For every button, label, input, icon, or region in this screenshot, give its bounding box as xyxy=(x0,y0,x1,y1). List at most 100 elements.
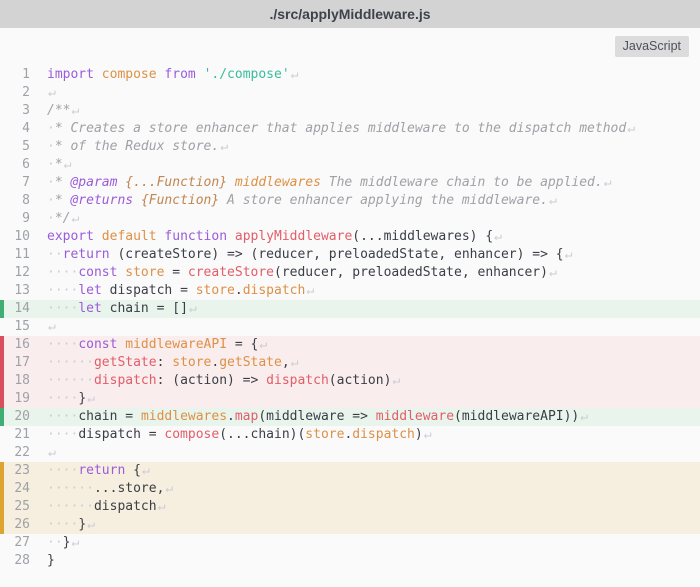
line-number: 3 xyxy=(22,103,30,118)
line-number: 4 xyxy=(22,121,30,136)
code-line-20: 20 ····chain = middlewares.map(middleware… xyxy=(0,408,700,426)
code-line-21: 21 ····dispatch = compose(...chain)(store… xyxy=(0,426,700,444)
line-content: ······...store,↵ xyxy=(47,481,174,496)
code-line-26: 26 ····}↵ xyxy=(0,516,700,534)
eol-marker-icon: ↵ xyxy=(548,193,557,208)
eol-marker-icon: ↵ xyxy=(548,265,557,280)
line-number: 8 xyxy=(22,193,30,208)
line-content: ····let dispatch = store.dispatch↵ xyxy=(47,283,315,298)
eol-marker-icon: ↵ xyxy=(87,517,95,532)
code-line-4: 4 ·* Creates a store enhancer that applie… xyxy=(0,120,700,138)
line-number: 25 xyxy=(14,499,30,514)
line-number: 19 xyxy=(14,391,30,406)
eol-marker-icon: ↵ xyxy=(290,67,299,82)
line-content: ·*/↵ xyxy=(47,211,80,226)
eol-marker-icon: ↵ xyxy=(63,157,72,172)
line-number: 20 xyxy=(14,409,30,424)
line-number: 2 xyxy=(22,85,30,100)
line-number: 23 xyxy=(14,463,30,478)
line-content: ······dispatch: (action) => dispatch(act… xyxy=(47,373,401,388)
line-content: ····let chain = []↵ xyxy=(47,301,197,316)
eol-marker-icon: ↵ xyxy=(423,427,432,442)
code-editor: 1 import compose from './compose'↵ 2 ↵ 3/**↵… xyxy=(0,66,700,570)
code-line-16: 16 ····const middlewareAPI = {↵ xyxy=(0,336,700,354)
line-content: ·* Creates a store enhancer that applies… xyxy=(47,121,636,136)
code-line-15: 15 ↵ xyxy=(0,318,700,336)
code-line-2: 2 ↵ xyxy=(0,84,700,102)
line-number: 17 xyxy=(14,355,30,370)
code-line-1: 1 import compose from './compose'↵ xyxy=(0,66,700,84)
eol-marker-icon: ↵ xyxy=(627,121,636,136)
line-content: ····const store = createStore(reducer, p… xyxy=(47,265,557,280)
line-number: 15 xyxy=(14,319,30,334)
line-content: ·* @returns {Function} A store enhancer … xyxy=(47,193,557,208)
line-content: export default function applyMiddleware(… xyxy=(47,229,502,244)
code-line-18: 18 ······dispatch: (action) => dispatch(a… xyxy=(0,372,700,390)
code-line-22: 22 ↵ xyxy=(0,444,700,462)
code-line-28: 28} xyxy=(0,552,700,570)
line-number: 27 xyxy=(14,535,30,550)
line-number: 9 xyxy=(22,211,30,226)
line-content: } xyxy=(47,553,55,568)
line-content: ↵ xyxy=(47,84,700,102)
line-number: 7 xyxy=(22,175,30,190)
line-content: /**↵ xyxy=(47,103,80,118)
eol-marker-icon: ↵ xyxy=(392,373,401,388)
line-content: ··}↵ xyxy=(47,535,80,550)
line-content: ↵ xyxy=(47,318,700,336)
code-line-11: 11 ··return (createStore) => (reducer, pr… xyxy=(0,246,700,264)
eol-marker-icon: ↵ xyxy=(220,139,229,154)
code-line-23: 23 ····return {↵ xyxy=(0,462,700,480)
code-line-6: 6 ·*↵ xyxy=(0,156,700,174)
line-content: ·*↵ xyxy=(47,157,72,172)
line-content: ····const middlewareAPI = {↵ xyxy=(47,337,268,352)
eol-marker-icon: ↵ xyxy=(165,481,174,496)
line-content: ····}↵ xyxy=(47,517,95,532)
line-content: ↵ xyxy=(47,444,700,462)
code-line-5: 5 ·* of the Redux store.↵ xyxy=(0,138,700,156)
eol-marker-icon: ↵ xyxy=(141,463,150,478)
code-line-14: 14 ····let chain = []↵ xyxy=(0,300,700,318)
line-number: 6 xyxy=(22,157,30,172)
eol-marker-icon: ↵ xyxy=(48,445,56,460)
eol-marker-icon: ↵ xyxy=(157,499,166,514)
file-path-title: ./src/applyMiddleware.js xyxy=(269,6,431,22)
eol-marker-icon: ↵ xyxy=(48,319,56,334)
line-number: 13 xyxy=(14,283,30,298)
line-number: 11 xyxy=(14,247,30,262)
window-title-bar: ./src/applyMiddleware.js xyxy=(0,0,700,28)
eol-marker-icon: ↵ xyxy=(494,229,502,244)
code-line-17: 17 ······getState: store.getState,↵ xyxy=(0,354,700,372)
code-line-10: 10 export default function applyMiddlewar… xyxy=(0,228,700,246)
line-number: 10 xyxy=(14,229,30,244)
line-content: ······dispatch↵ xyxy=(47,499,166,514)
line-content: ····return {↵ xyxy=(47,463,150,478)
code-line-8: 8 ·* @returns {Function} A store enhancer… xyxy=(0,192,700,210)
code-line-25: 25 ······dispatch↵ xyxy=(0,498,700,516)
line-number: 14 xyxy=(14,301,30,316)
language-badge: JavaScript xyxy=(614,36,689,57)
line-content: ····}↵ xyxy=(47,391,95,406)
line-number: 24 xyxy=(14,481,30,496)
code-line-7: 7 ·* @param {...Function} middlewares The… xyxy=(0,174,700,192)
line-number: 21 xyxy=(14,427,30,442)
eol-marker-icon: ↵ xyxy=(259,337,268,352)
line-number: 1 xyxy=(22,67,30,82)
line-content: ·* of the Redux store.↵ xyxy=(47,139,229,154)
eol-marker-icon: ↵ xyxy=(290,355,299,370)
badge-row: JavaScript xyxy=(0,28,700,66)
line-content: ··return (createStore) => (reducer, prel… xyxy=(47,247,573,262)
code-line-9: 9 ·*/↵ xyxy=(0,210,700,228)
line-number: 12 xyxy=(14,265,30,280)
line-content: import compose from './compose'↵ xyxy=(47,67,299,82)
line-number: 28 xyxy=(14,553,30,568)
code-line-27: 27 ··}↵ xyxy=(0,534,700,552)
line-content: ······getState: store.getState,↵ xyxy=(47,355,299,370)
line-number: 16 xyxy=(14,337,30,352)
code-line-19: 19 ····}↵ xyxy=(0,390,700,408)
line-number: 26 xyxy=(14,517,30,532)
eol-marker-icon: ↵ xyxy=(603,175,612,190)
code-line-24: 24 ······...store,↵ xyxy=(0,480,700,498)
line-number: 22 xyxy=(14,445,30,460)
eol-marker-icon: ↵ xyxy=(71,211,80,226)
